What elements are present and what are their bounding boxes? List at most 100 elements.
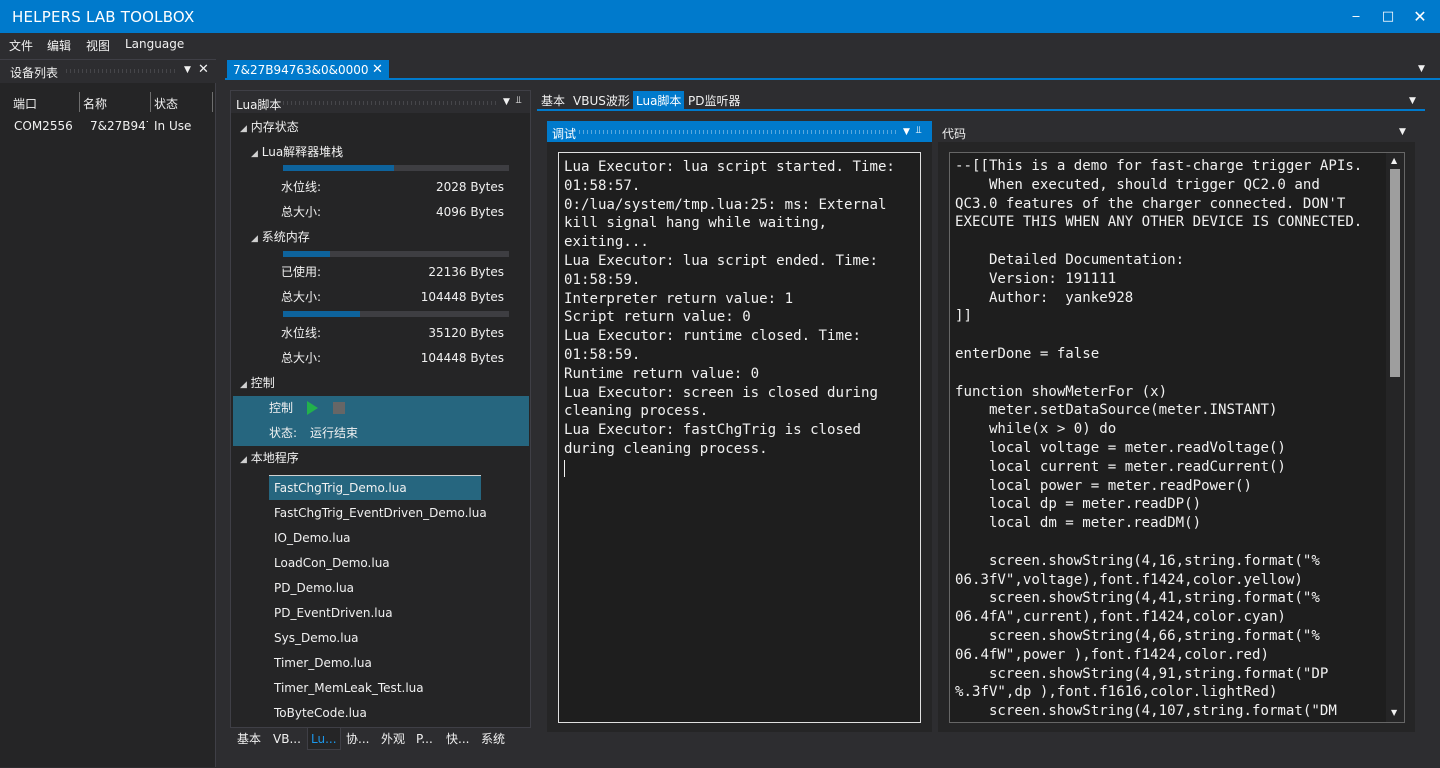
debug-line: Lua Executor: runtime closed. Time: (564, 328, 861, 345)
tab-quick[interactable]: 快... (443, 729, 472, 749)
col-name[interactable]: 名称 (83, 95, 107, 112)
code-line: --[[This is a demo for fast-charge trigg… (955, 158, 1363, 174)
tab-list-dropdown-icon[interactable]: ▼ (1418, 64, 1425, 74)
local-programs-node[interactable]: ◢ 本地程序 (240, 446, 299, 471)
pin-icon[interactable]: ⫫ (516, 95, 522, 106)
maximize-button[interactable]: □ (1373, 6, 1403, 28)
expanded-icon: ◢ (251, 234, 258, 244)
dropdown-icon[interactable]: ▼ (184, 65, 191, 75)
control-node[interactable]: ◢ 控制 (240, 371, 275, 396)
drag-handle[interactable] (579, 130, 899, 134)
code-line: Version: 191111 (955, 270, 1117, 287)
control-block: 控制 状态: 运行结束 (233, 396, 529, 446)
dropdown-icon[interactable]: ▼ (903, 127, 910, 137)
table-row[interactable]: COM2556 7&27B947 In Use (8, 115, 214, 137)
expanded-icon: ◢ (240, 455, 247, 465)
inner-tab-pd[interactable]: PD监听器 (685, 91, 743, 111)
expanded-icon: ◢ (251, 149, 258, 159)
scrollbar[interactable]: ▲ ▼ (1386, 153, 1404, 722)
code-line: %.3fV",dp ),font.f1616,color.lightRed) (955, 684, 1278, 701)
menu-view[interactable]: 视图 (86, 37, 110, 54)
minimize-button[interactable]: ‒ (1341, 6, 1371, 28)
inner-tab-vbus[interactable]: VBUS波形 (570, 91, 633, 111)
program-item[interactable]: FastChgTrig_Demo.lua (274, 476, 407, 501)
scroll-down-icon[interactable]: ▼ (1391, 708, 1397, 717)
tab-system[interactable]: 系统 (478, 729, 508, 749)
device-list-title: 设备列表 (10, 66, 59, 80)
tab-p[interactable]: P... (413, 729, 436, 749)
code-panel-title: 代码 (942, 127, 967, 141)
debug-line: 01:58:59. (564, 271, 641, 288)
inner-tab-lua[interactable]: Lua脚本 (633, 91, 685, 111)
dropdown-icon[interactable]: ▼ (503, 97, 510, 107)
stack-waterline-value: 2028 Bytes (435, 180, 504, 194)
program-item[interactable]: Timer_Demo.lua (274, 651, 372, 676)
play-icon[interactable] (307, 401, 318, 415)
dropdown-icon[interactable]: ▼ (1399, 127, 1406, 137)
device-status: In Use (154, 119, 192, 133)
debug-line: Lua Executor: lua script started. Time: (564, 159, 895, 175)
title-bar: HELPERS LAB TOOLBOX ‒ □ ✕ (0, 0, 1440, 33)
program-item[interactable]: LoadCon_Demo.lua (274, 551, 390, 576)
memory-status-node[interactable]: ◢ 内存状态 (240, 115, 299, 140)
drag-handle[interactable] (283, 101, 499, 105)
program-item[interactable]: PD_Demo.lua (274, 576, 354, 601)
debug-line: cleaning process. (564, 403, 709, 420)
debug-panel-title: 调试 (552, 127, 577, 141)
device-list-panel: 设备列表 ▼ ✕ 端口 名称 状态 COM2556 7&27B947 In Us… (0, 59, 216, 767)
used-value: 22136 Bytes (428, 265, 504, 279)
col-port[interactable]: 端口 (13, 95, 37, 112)
document-tab[interactable]: 7&27B94763&0&0000 ✕ (227, 60, 389, 80)
debug-output[interactable]: Lua Executor: lua script started. Time: 0… (558, 152, 921, 723)
drag-handle[interactable] (66, 69, 178, 73)
pin-icon[interactable]: ⫫ (916, 125, 922, 136)
tab-close-icon[interactable]: ✕ (372, 62, 383, 77)
code-panel: 代码 ▼ --[[This is a demo for fast-charge … (938, 121, 1415, 732)
program-item[interactable]: IO_Demo.lua (274, 526, 351, 551)
lua-script-panel: Lua脚本 ▼ ⫫ ◢ 内存状态 ◢ Lua解释器堆栈 水位线: 2028 By… (230, 90, 531, 728)
program-item[interactable]: Sys_Demo.lua (274, 626, 359, 651)
code-line: EXECUTE THIS WHEN ANY OTHER DEVICE IS CO… (955, 214, 1363, 231)
debug-line: Lua Executor: screen is closed during (564, 384, 878, 401)
program-item[interactable]: Timer_MemLeak_Test.lua (274, 676, 424, 701)
menu-language[interactable]: Language (125, 37, 184, 51)
tab-vbus[interactable]: VB... (270, 729, 304, 749)
menu-edit[interactable]: 编辑 (47, 37, 71, 54)
code-line: local current = meter.readCurrent() (955, 458, 1286, 475)
sys-total2-value: 104448 Bytes (420, 351, 504, 365)
app-title: HELPERS LAB TOOLBOX (12, 8, 195, 26)
lua-stack-node[interactable]: ◢ Lua解释器堆栈 (251, 140, 343, 165)
status-value: 运行结束 (310, 426, 359, 440)
system-memory-node[interactable]: ◢ 系统内存 (251, 225, 310, 250)
sys-total-label: 总大小: (281, 290, 322, 304)
code-editor[interactable]: --[[This is a demo for fast-charge trigg… (949, 152, 1405, 723)
program-item[interactable]: FastChgTrig_EventDriven_Demo.lua (274, 501, 487, 526)
code-line: local power = meter.readPower() (955, 477, 1252, 494)
close-icon[interactable]: ✕ (198, 62, 209, 77)
debug-line: exiting... (564, 234, 649, 251)
inner-tab-basic[interactable]: 基本 (538, 91, 568, 111)
used-label: 已使用: (281, 265, 322, 279)
stop-icon[interactable] (333, 402, 345, 414)
tab-basic[interactable]: 基本 (234, 729, 264, 749)
tab-protocol[interactable]: 协... (343, 729, 372, 749)
scroll-up-icon[interactable]: ▲ (1391, 156, 1397, 165)
col-status[interactable]: 状态 (154, 95, 178, 112)
program-item[interactable]: PD_EventDriven.lua (274, 601, 393, 626)
close-button[interactable]: ✕ (1405, 6, 1435, 28)
code-line: 06.3fV",voltage),font.f1424,color.yellow… (955, 571, 1303, 588)
tab-lua[interactable]: Lu... (307, 728, 341, 750)
code-line: screen.showString(4,91,string.format("DP (955, 665, 1329, 682)
debug-line: 01:58:57. (564, 177, 641, 194)
document-tab-strip: 7&27B94763&0&0000 ✕ ▼ (225, 59, 1440, 80)
debug-line: Interpreter return value: 1 (564, 290, 794, 307)
scrollbar-thumb[interactable] (1390, 169, 1400, 377)
code-line: function showMeterFor (x) (955, 383, 1168, 400)
tab-appearance[interactable]: 外观 (378, 729, 408, 749)
menu-file[interactable]: 文件 (9, 37, 33, 54)
sys-waterline-label: 水位线: (281, 326, 322, 340)
inner-tab-dropdown-icon[interactable]: ▼ (1409, 96, 1416, 106)
program-item[interactable]: ToByteCode.lua (274, 701, 367, 726)
expanded-icon: ◢ (240, 124, 247, 134)
